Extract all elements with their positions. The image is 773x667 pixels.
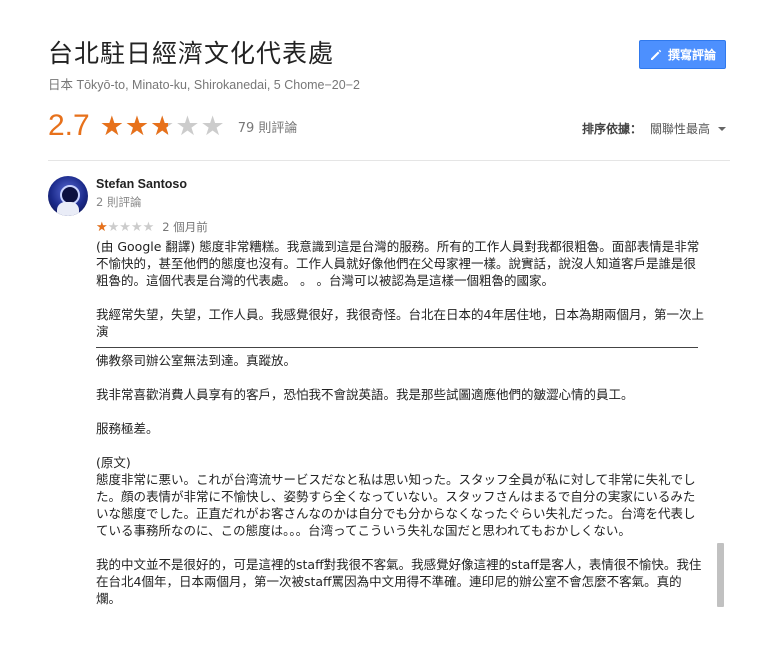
- review-count[interactable]: 79 則評論: [238, 117, 298, 136]
- sort-value: 關聯性最高: [650, 122, 711, 136]
- review-paragraph: 我非常喜歡消費人員享有的客戶，恐怕我不會說英語。我是那些試圖適應他們的皺澀心情的…: [96, 387, 634, 402]
- review-paragraph: 我的中文並不是很好的，可是這裡的staff對我很不客氣。我感覺好像這裡的staf…: [96, 557, 702, 606]
- review-paragraph: 服務極差。: [96, 421, 159, 436]
- reviewer-name[interactable]: Stefan Santoso: [96, 177, 187, 191]
- sort-dropdown[interactable]: 排序依據： 關聯性最高: [582, 120, 727, 137]
- review-text: (由 Google 翻譯) 態度非常糟糕。我意識到這是台灣的服務。所有的工作人員…: [96, 238, 706, 624]
- rating-value: 2.7: [48, 109, 90, 142]
- review-paragraph: 我經常失望，失望，工作人員。我感覺很好，我很奇怪。台北在日本的4年居住地，日本為…: [96, 307, 704, 339]
- avatar[interactable]: [48, 176, 88, 216]
- reviewer-review-count: 2 則評論: [96, 195, 142, 209]
- rating-summary: 2.7 ★★★★★ ★★★★★ 79 則評論: [48, 106, 297, 146]
- chevron-down-icon: [718, 126, 727, 131]
- place-header: 台北駐日經濟文化代表處 日本 Tōkyō-to, Minato-ku, Shir…: [48, 38, 738, 93]
- write-review-button[interactable]: 撰寫評論: [639, 40, 726, 69]
- review-stars: ★★★★★ ★★★★★: [96, 219, 155, 235]
- pencil-icon: [649, 48, 663, 62]
- rating-stars: ★★★★★ ★★★★★: [99, 110, 226, 142]
- divider: [48, 160, 730, 161]
- review-rating: ★★★★★ ★★★★★ 2 個月前: [96, 219, 208, 235]
- write-review-label: 撰寫評論: [667, 48, 716, 62]
- place-title: 台北駐日經濟文化代表處: [48, 39, 335, 68]
- sort-label: 排序依據：: [582, 122, 643, 136]
- reviewer-info: Stefan Santoso 2 則評論: [96, 177, 187, 210]
- place-address: 日本 Tōkyō-to, Minato-ku, Shirokanedai, 5 …: [48, 78, 360, 92]
- review-paragraph: (由 Google 翻譯) 態度非常糟糕。我意識到這是台灣的服務。所有的工作人員…: [96, 239, 700, 288]
- review-date: 2 個月前: [162, 220, 208, 234]
- scrollbar-thumb[interactable]: [717, 543, 724, 607]
- review-paragraph: 佛教祭司辦公室無法到達。真蹤放。: [96, 353, 297, 368]
- review-paragraph: 態度非常に悪い。これが台湾流サービスだなと私は思い知った。スタッフ全員が私に対し…: [96, 472, 696, 538]
- original-text-label: (原文): [96, 455, 131, 470]
- horizontal-rule: [96, 347, 698, 348]
